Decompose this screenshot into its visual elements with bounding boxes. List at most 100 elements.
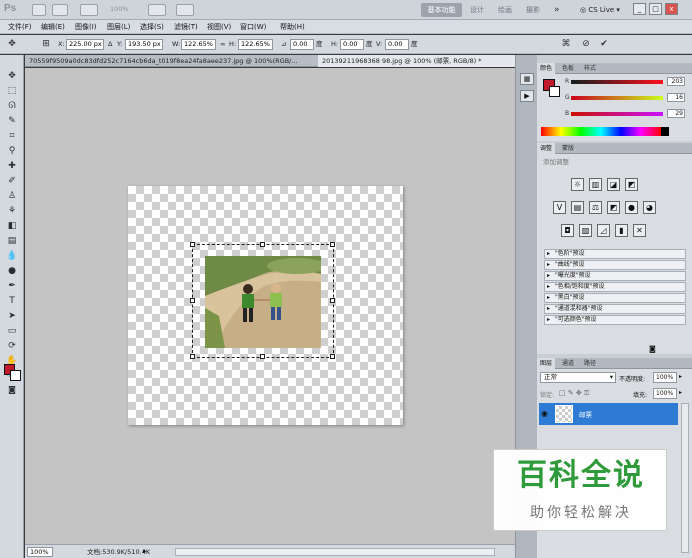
lasso-tool-icon[interactable]: ᘏ	[4, 99, 20, 113]
healing-brush-tool-icon[interactable]: ✚	[4, 159, 20, 173]
handle-bottom-center[interactable]	[260, 354, 265, 359]
y-position-input[interactable]: 193.50 px	[125, 39, 163, 50]
actions-panel-icon[interactable]: ▶	[520, 90, 534, 102]
exposure-icon[interactable]: ◩	[625, 178, 638, 191]
dodge-tool-icon[interactable]: ●	[4, 264, 20, 278]
brush-tool-icon[interactable]: ✐	[4, 174, 20, 188]
invert-icon[interactable]: ◘	[561, 224, 574, 237]
history-brush-tool-icon[interactable]: ⚘	[4, 204, 20, 218]
tab-document-2[interactable]: 20139211968368 98.jpg @ 100% (邮票, RGB/8)…	[318, 55, 515, 67]
menu-file[interactable]: 文件(F)	[8, 22, 32, 32]
layer-row-stamp[interactable]: ◉ 邮票	[539, 403, 678, 425]
reference-point-icon[interactable]: ⊞	[40, 39, 52, 50]
tab-channels[interactable]: 通道	[559, 358, 577, 369]
levels-icon[interactable]: ▥	[589, 178, 602, 191]
threshold-icon[interactable]: ◿	[597, 224, 610, 237]
clone-stamp-tool-icon[interactable]: ♙	[4, 189, 20, 203]
crop-tool-icon[interactable]: ⌗	[4, 129, 20, 143]
minimize-button[interactable]: _	[633, 3, 646, 15]
menu-select[interactable]: 选择(S)	[140, 22, 164, 32]
link-icon[interactable]: ∞	[220, 40, 225, 49]
rotate-angle-input[interactable]: 0.00	[290, 39, 314, 50]
menu-image[interactable]: 图像(I)	[75, 22, 97, 32]
preset-selective-color[interactable]: "可选颜色"预设	[544, 315, 686, 325]
photo-filter-icon[interactable]: ●	[625, 201, 638, 214]
quick-mask-icon[interactable]: ◙	[4, 383, 20, 397]
height-scale-input[interactable]: 122.65%	[238, 39, 273, 50]
handle-top-center[interactable]	[260, 242, 265, 247]
tab-styles[interactable]: 样式	[581, 63, 599, 74]
g-slider[interactable]	[571, 96, 663, 100]
move-tool-icon[interactable]: ✥	[4, 69, 20, 83]
color-ramp[interactable]	[541, 127, 661, 136]
fill-arrow-icon[interactable]: ▸	[679, 389, 682, 396]
relative-position-icon[interactable]: Δ	[108, 40, 112, 49]
cs-live-menu[interactable]: ◎ CS Live ▾	[580, 3, 620, 17]
shape-tool-icon[interactable]: ▭	[4, 324, 20, 338]
lock-icons[interactable]: □ ✎ ✥ ⚿	[559, 389, 589, 398]
view-extras-button[interactable]	[80, 4, 98, 16]
curves-icon[interactable]: ◪	[607, 178, 620, 191]
tab-layers[interactable]: 图层	[537, 358, 556, 369]
zoom-level-select[interactable]: 100%	[110, 5, 129, 13]
more-workspaces-button[interactable]: »	[554, 3, 560, 17]
maximize-button[interactable]: □	[649, 3, 662, 15]
h-skew-input[interactable]: 0.00	[340, 39, 364, 50]
posterize-icon[interactable]: ▨	[579, 224, 592, 237]
preset-channel-mixer[interactable]: "通道混和器"预设	[544, 304, 686, 314]
layer-name[interactable]: 邮票	[579, 409, 592, 419]
tab-document-1[interactable]: 70559f9509a0dc83dfd252c7164cb6da_t019f8e…	[25, 55, 317, 67]
menu-filter[interactable]: 滤镜(T)	[174, 22, 198, 32]
color-balance-icon[interactable]: ⚖	[589, 201, 602, 214]
workspace-design[interactable]: 设计	[470, 3, 484, 17]
handle-middle-right[interactable]	[330, 298, 335, 303]
handle-middle-left[interactable]	[190, 298, 195, 303]
v-skew-input[interactable]: 0.00	[385, 39, 409, 50]
vibrance-icon[interactable]: V	[553, 201, 566, 214]
type-tool-icon[interactable]: T	[4, 294, 20, 308]
commit-transform-icon[interactable]: ✔	[598, 39, 610, 50]
layers-scrollbar[interactable]	[681, 403, 689, 553]
handle-bottom-right[interactable]	[330, 354, 335, 359]
transform-bounding-box[interactable]	[190, 242, 335, 359]
handle-top-right[interactable]	[330, 242, 335, 247]
3d-rotate-tool-icon[interactable]: ⟳	[4, 339, 20, 353]
pen-tool-icon[interactable]: ✒	[4, 279, 20, 293]
screen-mode-button[interactable]	[176, 4, 194, 16]
bg-color-chip[interactable]	[549, 86, 560, 97]
b-slider[interactable]	[571, 112, 663, 116]
eyedropper-tool-icon[interactable]: ⚲	[4, 144, 20, 158]
b-value[interactable]: 29	[667, 109, 685, 118]
workspace-photography[interactable]: 摄影	[526, 3, 540, 17]
channel-mixer-icon[interactable]: ◕	[643, 201, 656, 214]
selective-color-icon[interactable]: ✕	[633, 224, 646, 237]
move-tool-icon[interactable]: ✥	[6, 39, 18, 50]
blur-tool-icon[interactable]: 💧	[4, 249, 20, 263]
preset-curves[interactable]: "曲线"预设	[544, 260, 686, 270]
x-position-input[interactable]: 225.00 px	[66, 39, 104, 50]
cancel-transform-icon[interactable]: ⊘	[580, 39, 592, 50]
menu-layer[interactable]: 图层(L)	[107, 22, 130, 32]
opacity-arrow-icon[interactable]: ▸	[679, 373, 682, 380]
r-slider[interactable]	[571, 80, 663, 84]
close-button[interactable]: x	[665, 3, 678, 15]
warp-mode-icon[interactable]: ⌘	[560, 39, 572, 50]
gradient-map-icon[interactable]: ▮	[615, 224, 628, 237]
hue-sat-icon[interactable]: ▤	[571, 201, 584, 214]
opacity-input[interactable]: 100%	[653, 372, 677, 383]
document-size[interactable]: 文档:530.9K/510.4K	[87, 547, 150, 557]
image-canvas[interactable]	[128, 186, 403, 425]
tab-swatches[interactable]: 色板	[559, 63, 577, 74]
width-scale-input[interactable]: 122.65%	[181, 39, 216, 50]
history-panel-icon[interactable]: ▦	[520, 73, 534, 85]
blend-mode-select[interactable]: 正常 ▾	[540, 372, 616, 383]
path-select-tool-icon[interactable]: ➤	[4, 309, 20, 323]
background-color-swatch[interactable]	[10, 370, 21, 381]
horizontal-scrollbar[interactable]	[175, 548, 495, 556]
tab-adjustments[interactable]: 调整	[537, 143, 556, 154]
handle-top-left[interactable]	[190, 242, 195, 247]
tab-paths[interactable]: 路径	[581, 358, 599, 369]
menu-edit[interactable]: 编辑(E)	[41, 22, 65, 32]
bridge-button[interactable]	[32, 4, 46, 16]
menu-help[interactable]: 帮助(H)	[280, 22, 305, 32]
